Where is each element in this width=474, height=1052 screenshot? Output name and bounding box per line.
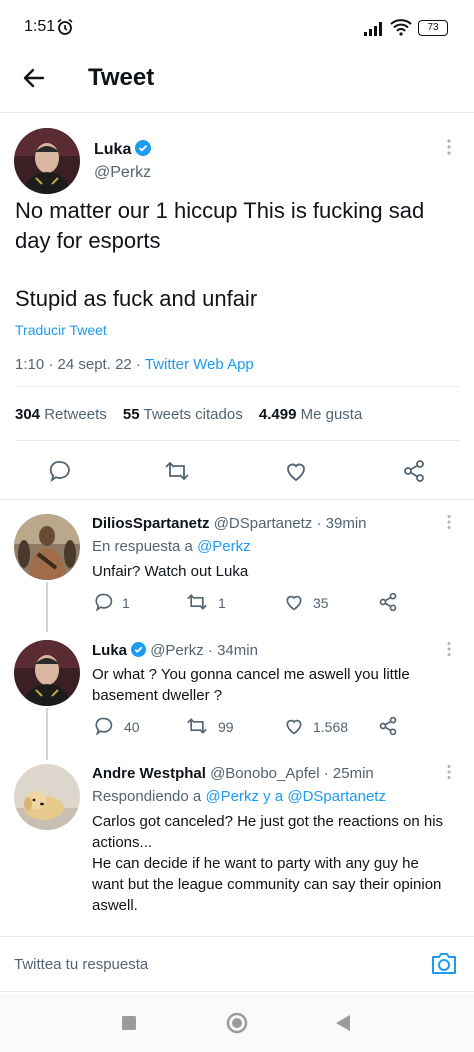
reply-context-prefix: Respondiendo a: [92, 788, 206, 805]
retweet-count: 99: [218, 719, 234, 735]
reply-text-line: He can decide if he want to party with a…: [92, 855, 419, 872]
thread-line: [46, 708, 48, 760]
verified-badge-icon: [135, 140, 152, 156]
author-name-text: Luka: [94, 141, 132, 158]
source-app-link[interactable]: Twitter Web App: [145, 356, 254, 373]
reply-context-prefix: En respuesta a: [92, 538, 198, 555]
quotes-label: Tweets citados: [143, 406, 243, 423]
signal-icon: [364, 22, 386, 36]
retweet-icon[interactable]: [186, 716, 208, 736]
more-options-icon[interactable]: [446, 764, 452, 780]
page-title: Tweet: [88, 64, 155, 91]
reply-text-line: aswell.: [92, 897, 138, 914]
avatar[interactable]: [14, 128, 80, 194]
retweet-count: 1: [218, 595, 226, 611]
share-icon[interactable]: [378, 716, 398, 736]
reply-text: Unfair? Watch out Luka: [92, 563, 249, 580]
retweets-count: 304: [15, 406, 41, 423]
share-icon[interactable]: [402, 459, 426, 483]
reply-text-line: actions...: [92, 834, 153, 851]
status-time: 1:51: [24, 18, 56, 35]
reply-author-name[interactable]: Andre Westphal: [92, 765, 206, 782]
reply-context-link[interactable]: @Perkz: [197, 538, 251, 555]
tweet-timestamp: 1:10 · 24 sept. 22 ·: [15, 356, 145, 373]
wifi-icon: [390, 18, 412, 36]
tweet-stats: 304 Retweets 55 Tweets citados 4.499 Me …: [15, 406, 362, 423]
reply-author-name[interactable]: Luka: [92, 642, 127, 659]
reply-header: Luka @Perkz · 34min: [92, 642, 258, 659]
reply-count: 1: [122, 595, 130, 611]
battery-icon: 73: [418, 20, 448, 36]
retweet-icon[interactable]: [164, 459, 190, 483]
avatar[interactable]: [14, 514, 80, 580]
reply-text-line: Or what ? You gonna cancel me aswell you…: [92, 666, 410, 683]
retweet-icon[interactable]: [186, 592, 208, 612]
tweet-meta: 1:10 · 24 sept. 22 · Twitter Web App: [15, 356, 254, 373]
tweet-text-line: No matter our 1 hiccup This is fucking s…: [15, 198, 425, 223]
reply-input[interactable]: Twittea tu respuesta: [14, 956, 148, 973]
reply-author-handle[interactable]: @Bonobo_Apfel · 25min: [210, 765, 374, 782]
recents-button-icon[interactable]: [122, 1016, 136, 1030]
share-icon[interactable]: [378, 592, 398, 612]
author-handle[interactable]: @Perkz: [94, 164, 151, 182]
like-icon[interactable]: [284, 592, 304, 612]
divider: [15, 386, 459, 387]
reply-icon[interactable]: [94, 716, 114, 736]
reply-context-link[interactable]: @Perkz y a @DSpartanetz: [205, 788, 386, 805]
like-count: 1.568: [313, 719, 349, 735]
retweets-label: Retweets: [44, 406, 107, 423]
more-options-icon[interactable]: [446, 514, 452, 530]
thread-line: [46, 582, 48, 632]
retweets-stat[interactable]: 304 Retweets: [15, 406, 107, 423]
avatar[interactable]: [14, 640, 80, 706]
likes-count: 4.499: [258, 406, 297, 423]
divider: [15, 440, 459, 441]
reply-header: DiliosSpartanetz @DSpartanetz · 39min: [92, 515, 367, 532]
more-options-icon[interactable]: [446, 138, 452, 156]
likes-stat[interactable]: 4.499 Me gusta: [259, 406, 362, 423]
tweet-text-line: Stupid as fuck and unfair: [15, 286, 258, 311]
reply-author-handle[interactable]: @Perkz · 34min: [150, 642, 258, 659]
reply-author-handle[interactable]: @DSpartanetz · 39min: [214, 515, 367, 532]
like-icon[interactable]: [284, 716, 304, 736]
quotes-stat[interactable]: 55 Tweets citados: [123, 406, 243, 423]
reply-author-name[interactable]: DiliosSpartanetz: [92, 515, 210, 532]
reply-header: Andre Westphal @Bonobo_Apfel · 25min: [92, 765, 374, 782]
tweet-text-line: day for esports: [15, 228, 161, 253]
reply-context: En respuesta a @Perkz: [92, 538, 251, 555]
likes-label: Me gusta: [300, 406, 363, 423]
verified-badge-icon: [131, 642, 147, 657]
back-arrow-icon[interactable]: [22, 66, 46, 90]
alarm-icon: [56, 18, 74, 36]
divider: [0, 499, 474, 500]
reply-text-line: Carlos got canceled? He just got the rea…: [92, 813, 444, 830]
reply-text-line: basement dweller ?: [92, 687, 223, 704]
author-name[interactable]: Luka: [94, 140, 152, 159]
avatar[interactable]: [14, 764, 80, 830]
back-button-icon[interactable]: [336, 1015, 350, 1031]
reply-icon[interactable]: [48, 459, 72, 483]
like-count: 35: [313, 595, 329, 611]
reply-icon[interactable]: [94, 592, 114, 612]
camera-icon[interactable]: [430, 950, 458, 976]
reply-text-line: want but the league community can say th…: [92, 876, 442, 893]
more-options-icon[interactable]: [446, 641, 452, 657]
translate-link[interactable]: Traducir Tweet: [15, 322, 107, 338]
reply-count: 40: [124, 719, 140, 735]
reply-context: Respondiendo a @Perkz y a @DSpartanetz: [92, 788, 386, 805]
quotes-count: 55: [122, 406, 140, 423]
like-icon[interactable]: [284, 459, 308, 483]
header-divider: [0, 112, 474, 113]
home-button-icon[interactable]: [226, 1012, 248, 1034]
